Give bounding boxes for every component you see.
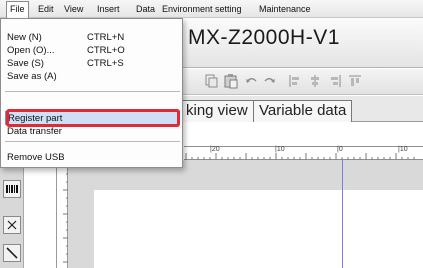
menu-view[interactable]: View [64,2,83,16]
menu-insert[interactable]: Insert [97,2,120,16]
menu-item-open[interactable]: Open (O)... CTRL+O [5,44,180,58]
align-left-icon[interactable] [287,73,303,89]
close-icon[interactable] [3,216,21,234]
align-top-icon[interactable] [347,73,363,89]
app-window: File Edit View Insert Data Environment s… [0,0,423,268]
menu-item-label: Open (O)... [7,45,55,56]
menu-edit[interactable]: Edit [38,2,54,16]
menu-separator [5,141,180,142]
menu-item-shortcut: CTRL+O [87,45,125,56]
menu-item-shortcut: CTRL+N [87,32,125,43]
menu-separator [5,91,180,92]
redo-icon[interactable] [262,73,278,89]
menu-maintenance[interactable]: Maintenance [259,2,311,16]
menu-item-label: New (N) [7,32,42,43]
tab-variable-data[interactable]: Variable data [253,100,353,122]
vertical-ruler [56,160,69,268]
menu-item-save[interactable]: Save (S) CTRL+S [5,57,180,71]
center-guide-line [342,160,343,268]
register-part-callout [6,109,180,127]
ruler-label: |10 [398,146,408,153]
copy-icon[interactable] [203,73,219,89]
menu-data[interactable]: Data [136,2,155,16]
menu-item-remove-usb[interactable]: Remove USB [5,151,180,165]
menu-item-label: Save as (A) [7,71,57,82]
label-page[interactable] [94,190,423,268]
align-right-icon[interactable] [327,73,343,89]
menu-item-new[interactable]: New (N) CTRL+N [5,31,180,45]
undo-icon[interactable] [243,73,259,89]
menu-item-save-as[interactable]: Save as (A) [5,70,180,84]
menu-item-shortcut: CTRL+S [87,58,124,69]
menu-item-label: Data transfer [7,126,62,137]
menu-item-label: Remove USB [7,152,65,163]
menu-item-data-transfer[interactable]: Data transfer [5,125,180,139]
menu-file[interactable]: File [6,1,29,18]
menu-bar: File Edit View Insert Data Environment s… [0,0,423,18]
menu-environment-setting[interactable]: Environment setting [162,2,242,16]
ruler-label: |20 [210,146,220,153]
paste-icon[interactable] [223,73,239,89]
ruler-label: |10 [275,146,285,153]
menu-item-label: Save (S) [7,58,44,69]
document-title: MX-Z2000H-V1 [188,26,340,49]
align-center-icon[interactable] [307,73,323,89]
tab-working-view[interactable]: king view [180,100,254,122]
ruler-label: |0 [337,146,343,153]
file-menu-dropdown: New (N) CTRL+N Open (O)... CTRL+O Save (… [0,18,183,168]
line-icon[interactable] [3,244,21,262]
barcode-icon[interactable] [3,180,21,198]
